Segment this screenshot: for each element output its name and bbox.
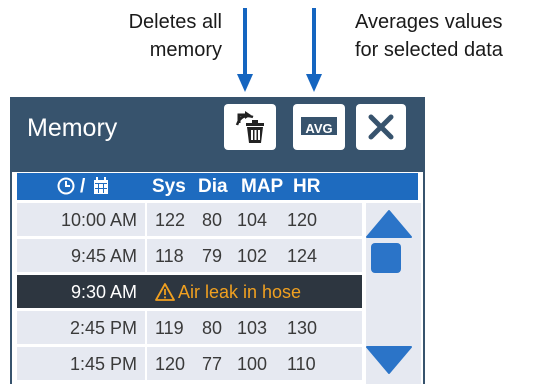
row-sys: 119 [155,318,184,338]
average-callout: Averages values for selected data [355,8,545,64]
table-header: / Sys Dia MAP HR [17,173,418,200]
row-dia: 80 [202,210,223,230]
column-header-sys: Sys [152,176,186,197]
row-dia: 77 [202,354,223,374]
scroll-down-button[interactable] [365,345,413,375]
row-map: 103 [237,318,268,338]
panel-title: Memory [27,114,118,142]
callout-line: Deletes all [128,11,222,33]
table-row[interactable]: 10:00 AM 122 80 104 120 [17,203,362,236]
column-divider [145,275,147,308]
row-time: 10:00 AM [60,210,137,230]
row-hr: 124 [287,246,318,266]
table-row[interactable]: 9:45 AM 118 79 102 124 [17,239,362,272]
delete-callout: Deletes all memory [60,8,222,64]
clock-icon [57,177,75,195]
column-divider [145,203,147,236]
row-dia: 79 [202,246,223,266]
column-divider [145,311,147,344]
row-sys: 120 [155,354,186,374]
avg-label: AVG [301,116,337,138]
scroll-up-button[interactable] [365,209,413,239]
memory-panel: Memory AVG / Sys Dia MAP HR 10:00 AM 122… [10,97,425,384]
column-divider [145,239,147,272]
delete-all-button[interactable] [224,104,276,150]
row-dia: 80 [202,318,223,338]
calendar-icon [94,177,108,194]
row-time: 9:45 AM [70,246,137,266]
column-divider [145,347,147,380]
row-hr: 110 [287,354,316,374]
time-header-separator: / [80,176,86,197]
scroll-thumb[interactable] [371,243,401,273]
row-time: 2:45 PM [69,318,137,338]
row-map: 102 [237,246,268,266]
average-button[interactable]: AVG [293,104,345,150]
row-hr: 120 [287,210,318,230]
callout-line: for selected data [355,39,503,61]
memory-table: / Sys Dia MAP HR 10:00 AM 122 80 104 120… [12,172,423,384]
row-sys: 122 [155,210,186,230]
close-icon [368,114,394,140]
row-map: 100 [237,354,268,374]
row-map: 104 [237,210,268,230]
table-row[interactable]: 2:45 PM 119 80 103 130 [17,311,362,344]
row-sys: 118 [155,246,184,266]
row-time: 9:30 AM [70,282,137,302]
row-hr: 130 [287,318,318,338]
warning-triangle-icon [155,283,175,301]
trash-can-reload-icon [235,111,264,143]
alert-text: Air leak in hose [178,282,302,302]
column-header-hr: HR [293,176,321,197]
row-time: 1:45 PM [69,354,137,374]
close-button[interactable] [356,104,406,150]
callout-line: Averages values [355,11,503,33]
column-header-dia: Dia [198,176,228,197]
arrow-down-icon [306,8,322,92]
callout-line: memory [149,39,222,61]
alert-message: Air leak in hose [155,282,301,303]
arrow-down-icon [237,8,253,92]
column-header-map: MAP [241,176,284,197]
table-row[interactable]: 1:45 PM 120 77 100 110 [17,347,362,380]
table-row-alert[interactable]: 9:30 AM Air leak in hose [17,275,362,308]
